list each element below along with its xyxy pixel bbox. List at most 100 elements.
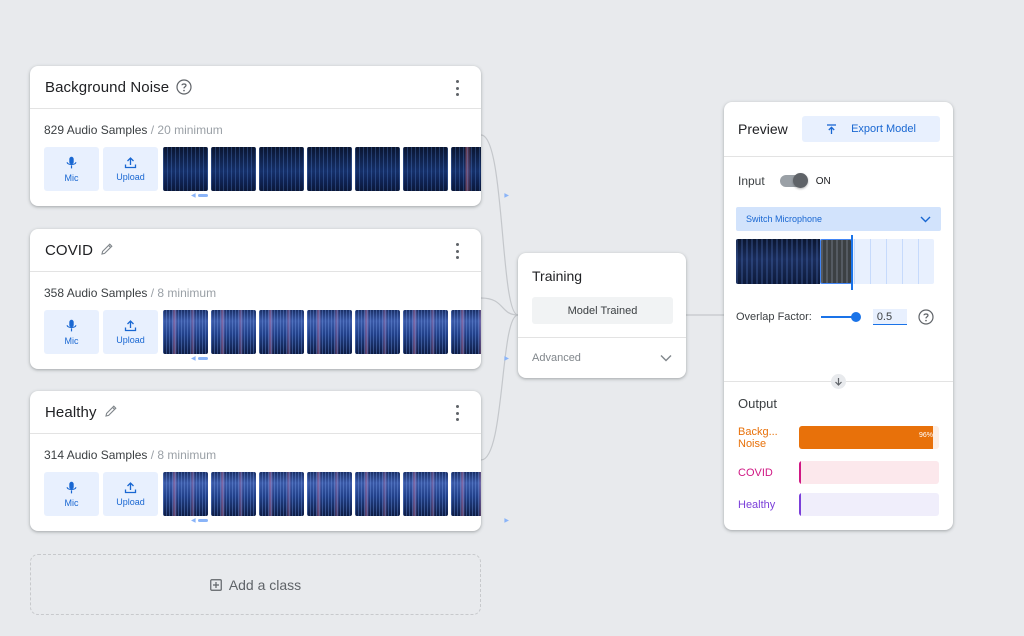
output-row: Backg... Noise 96% (738, 426, 939, 450)
switch-microphone-label: Switch Microphone (746, 214, 823, 224)
upload-button[interactable]: Upload (103, 472, 158, 516)
pencil-icon[interactable] (104, 404, 120, 420)
upload-label: Upload (116, 172, 145, 182)
preview-title: Preview (738, 121, 788, 137)
sample-spectrogram-thumb[interactable] (163, 472, 208, 516)
upload-icon (827, 123, 837, 134)
sample-spectrogram-thumb[interactable] (307, 472, 352, 516)
sample-spectrogram-thumb[interactable] (259, 472, 304, 516)
add-class-button[interactable]: Add a class (30, 554, 481, 615)
output-label: COVID (738, 466, 773, 479)
sample-minimum-label: / 8 minimum (150, 286, 217, 300)
export-model-button[interactable]: Export Model (802, 116, 940, 142)
class-samples-row: Mic Upload ◀ ▶ (30, 147, 509, 199)
mic-button[interactable]: Mic (44, 147, 99, 191)
mic-button[interactable]: Mic (44, 310, 99, 354)
scroll-left-icon[interactable]: ◀ (191, 356, 196, 362)
spectrogram-history (736, 239, 820, 284)
scroll-right-icon[interactable]: ▶ (504, 518, 509, 524)
more-options-icon[interactable] (451, 243, 463, 259)
scrollbar-thumb[interactable] (198, 357, 208, 360)
input-toggle[interactable] (779, 173, 808, 188)
sample-thumbnails (163, 147, 481, 191)
samples-scrollbar[interactable]: ◀ ▶ (191, 193, 509, 199)
output-row: COVID (738, 461, 939, 484)
sample-minimum-label: / 8 minimum (150, 448, 217, 462)
preview-header: Preview Export Model (724, 102, 953, 157)
sample-spectrogram-thumb[interactable] (355, 310, 400, 354)
sample-minimum-label: / 20 minimum (150, 123, 223, 137)
output-title: Output (738, 396, 778, 411)
sample-spectrogram-thumb[interactable] (211, 472, 256, 516)
input-row: Input ON (738, 173, 831, 189)
sample-spectrogram-thumb[interactable] (403, 472, 448, 516)
sample-spectrogram-thumb[interactable] (259, 147, 304, 191)
scroll-right-icon[interactable]: ▶ (504, 356, 509, 362)
output-label: Healthy (738, 498, 776, 511)
output-confidence-fill (798, 426, 934, 449)
class-title[interactable]: Healthy (45, 404, 97, 421)
scrollbar-thumb[interactable] (198, 519, 208, 522)
sample-spectrogram-thumb[interactable] (307, 147, 352, 191)
advanced-toggle[interactable]: Advanced (518, 337, 686, 378)
class-samples-row: Mic Upload ◀ ▶ (30, 472, 509, 524)
spectrogram-window (820, 239, 852, 284)
sample-spectrogram-thumb[interactable] (451, 472, 481, 516)
input-label: Input (738, 174, 765, 188)
sample-spectrogram-thumb[interactable] (451, 147, 481, 191)
upload-button[interactable]: Upload (103, 310, 158, 354)
sample-spectrogram-thumb[interactable] (163, 310, 208, 354)
upload-label: Upload (116, 335, 145, 345)
sample-spectrogram-thumb[interactable] (259, 310, 304, 354)
overlap-value-input[interactable]: 0.5 (872, 309, 907, 325)
scroll-left-icon[interactable]: ◀ (191, 518, 196, 524)
sample-spectrogram-thumb[interactable] (403, 310, 448, 354)
toggle-knob (792, 173, 808, 188)
sample-spectrogram-thumb[interactable] (307, 310, 352, 354)
class-samples-row: Mic Upload ◀ ▶ (30, 310, 509, 362)
more-options-icon[interactable] (451, 80, 463, 96)
class-title[interactable]: COVID (45, 242, 93, 259)
sample-thumbnails (163, 472, 481, 516)
class-title[interactable]: Background Noise (45, 79, 169, 96)
upload-button[interactable]: Upload (103, 147, 158, 191)
arrow-down-icon (831, 374, 846, 389)
upload-icon (124, 157, 137, 169)
sample-spectrogram-thumb[interactable] (403, 147, 448, 191)
spectrogram-cursor (851, 235, 853, 290)
scroll-left-icon[interactable]: ◀ (191, 193, 196, 199)
mic-label: Mic (64, 497, 79, 508)
sample-spectrogram-thumb[interactable] (355, 472, 400, 516)
train-model-button[interactable]: Model Trained (532, 297, 673, 324)
mic-button[interactable]: Mic (44, 472, 99, 516)
upload-icon (124, 482, 137, 494)
help-circle-icon[interactable] (918, 309, 934, 325)
sample-spectrogram-thumb[interactable] (211, 147, 256, 191)
training-panel: Training Model Trained Advanced (518, 253, 686, 378)
sample-count: 358 Audio Samples / 8 minimum (30, 272, 481, 310)
samples-scrollbar[interactable]: ◀ ▶ (191, 518, 509, 524)
pencil-icon[interactable] (100, 242, 116, 258)
sample-spectrogram-thumb[interactable] (355, 147, 400, 191)
output-confidence-fill (798, 493, 801, 516)
sample-spectrogram-thumb[interactable] (163, 147, 208, 191)
class-card-header: COVID (30, 229, 481, 272)
help-circle-icon[interactable] (176, 79, 192, 95)
output-confidence-bar (798, 461, 939, 484)
mic-icon (66, 481, 77, 493)
output-confidence-fill (798, 461, 801, 484)
overlap-slider[interactable] (820, 312, 861, 322)
samples-scrollbar[interactable]: ◀ ▶ (191, 356, 509, 362)
export-model-label: Export Model (851, 123, 916, 135)
class-card: COVID 358 Audio Samples / 8 minimum Mic (30, 229, 509, 369)
sample-spectrogram-thumb[interactable] (211, 310, 256, 354)
switch-microphone-dropdown[interactable]: Switch Microphone (736, 207, 941, 231)
mic-label: Mic (64, 335, 79, 346)
sample-spectrogram-thumb[interactable] (451, 310, 481, 354)
more-options-icon[interactable] (451, 405, 463, 421)
scrollbar-thumb[interactable] (198, 194, 208, 197)
overlap-factor-row: Overlap Factor: 0.5 (736, 307, 941, 327)
scroll-right-icon[interactable]: ▶ (504, 193, 509, 199)
overlap-slider-handle[interactable] (850, 312, 861, 322)
add-class-label: Add a class (228, 576, 302, 593)
